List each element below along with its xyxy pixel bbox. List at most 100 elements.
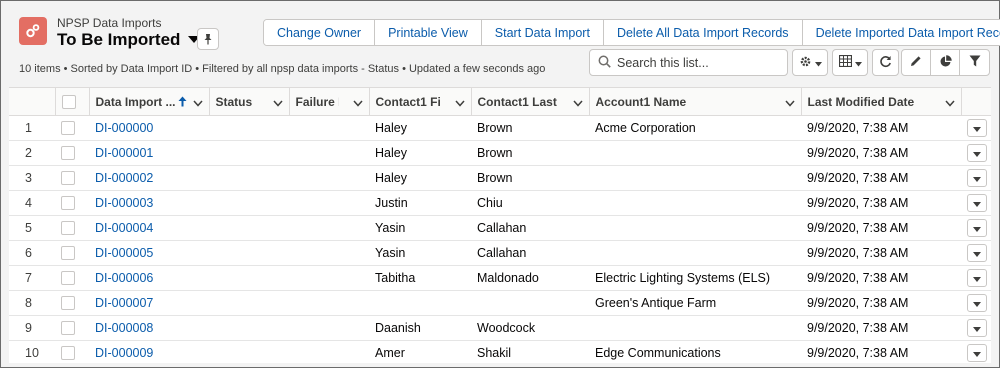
account1-name-cell bbox=[589, 165, 801, 191]
row-checkbox[interactable] bbox=[61, 245, 75, 260]
chevron-down-icon[interactable] bbox=[352, 96, 363, 110]
data-import-id-cell: DI-000006 bbox=[89, 265, 209, 291]
account1-name-cell bbox=[589, 215, 801, 241]
contact1-first-name: Justin bbox=[375, 195, 408, 210]
row-checkbox[interactable] bbox=[61, 195, 75, 210]
row-checkbox[interactable] bbox=[61, 170, 75, 185]
column-header-contact1-first[interactable]: Contact1 Fir... bbox=[369, 88, 472, 116]
change-owner-button[interactable]: Change Owner bbox=[264, 20, 376, 45]
record-link[interactable]: DI-000003 bbox=[95, 196, 153, 210]
column-label: Last Modified Date bbox=[807, 94, 915, 109]
row-actions-button[interactable] bbox=[967, 293, 987, 312]
row-number-cell: 3 bbox=[9, 165, 55, 191]
row-actions-button[interactable] bbox=[967, 268, 987, 287]
filter-icon bbox=[969, 55, 981, 70]
column-header-data-import-id[interactable]: Data Import ... bbox=[89, 88, 210, 116]
search-box bbox=[589, 49, 788, 76]
column-header-failure-info[interactable]: Failure I... bbox=[289, 88, 370, 116]
row-actions-button[interactable] bbox=[967, 143, 987, 162]
status-cell bbox=[209, 215, 289, 241]
refresh-button[interactable] bbox=[872, 49, 899, 76]
list-meta-info: 10 items • Sorted by Data Import ID • Fi… bbox=[19, 63, 546, 75]
column-header-status[interactable]: Status bbox=[209, 88, 290, 116]
row-number-cell: 6 bbox=[9, 240, 55, 266]
chevron-down-icon[interactable] bbox=[784, 96, 795, 110]
row-checkbox[interactable] bbox=[61, 320, 75, 335]
display-as-button[interactable] bbox=[832, 49, 868, 76]
row-actions-button[interactable] bbox=[967, 218, 987, 237]
chevron-down-icon[interactable] bbox=[454, 96, 465, 110]
table-row: 7 DI-000006 Tabitha Maldonado Electric Light… bbox=[9, 265, 991, 291]
row-number: 9 bbox=[25, 320, 32, 335]
row-actions-cell bbox=[961, 215, 991, 241]
record-link[interactable]: DI-000004 bbox=[95, 221, 153, 235]
record-link[interactable]: DI-000001 bbox=[95, 146, 153, 160]
table-row: 6 DI-000005 Yasin Callahan 9/9/2020, 7:38 AM bbox=[9, 240, 991, 266]
row-number: 5 bbox=[25, 220, 32, 235]
data-import-id-cell: DI-000009 bbox=[89, 340, 209, 363]
row-actions-button[interactable] bbox=[967, 168, 987, 187]
list-settings-button[interactable] bbox=[792, 49, 828, 76]
list-header: NPSP Data Imports To Be Imported Change … bbox=[1, 1, 1000, 87]
record-link[interactable]: DI-000009 bbox=[95, 346, 153, 360]
record-link[interactable]: DI-000007 bbox=[95, 296, 153, 310]
row-actions-cell bbox=[961, 240, 991, 266]
list-actions: Change Owner Printable View Start Data I… bbox=[263, 19, 1000, 46]
row-actions-button[interactable] bbox=[967, 193, 987, 212]
printable-view-button[interactable]: Printable View bbox=[375, 20, 482, 45]
contact1-last-name-cell: Chiu bbox=[471, 190, 589, 216]
table-row: 8 DI-000007 Green's Antique Farm 9/9/2020, … bbox=[9, 290, 991, 316]
row-checkbox[interactable] bbox=[61, 295, 75, 310]
row-number: 4 bbox=[25, 195, 32, 210]
refresh-icon bbox=[879, 55, 892, 71]
contact1-first-name: Yasin bbox=[375, 245, 406, 260]
row-checkbox[interactable] bbox=[61, 270, 75, 285]
row-actions-button[interactable] bbox=[967, 318, 987, 337]
last-modified-date-cell: 9/9/2020, 7:38 AM bbox=[801, 340, 961, 363]
delete-all-records-button[interactable]: Delete All Data Import Records bbox=[603, 20, 803, 45]
row-number: 10 bbox=[25, 345, 39, 360]
row-checkbox-cell-cell bbox=[55, 340, 89, 363]
last-modified-date: 9/9/2020, 7:38 AM bbox=[807, 145, 909, 160]
record-link[interactable]: DI-000008 bbox=[95, 321, 153, 335]
start-data-import-button[interactable]: Start Data Import bbox=[481, 20, 604, 45]
list-view-selector[interactable]: To Be Imported bbox=[57, 30, 201, 50]
chevron-down-icon[interactable] bbox=[572, 96, 583, 110]
pin-icon[interactable] bbox=[197, 28, 219, 50]
last-modified-date-cell: 9/9/2020, 7:38 AM bbox=[801, 240, 961, 266]
search-input[interactable] bbox=[617, 52, 777, 73]
last-modified-date: 9/9/2020, 7:38 AM bbox=[807, 170, 909, 185]
table-row: 5 DI-000004 Yasin Callahan 9/9/2020, 7:38 AM bbox=[9, 215, 991, 241]
filters-button[interactable] bbox=[960, 50, 989, 75]
contact1-last-name-cell: Callahan bbox=[471, 240, 589, 266]
row-actions-button[interactable] bbox=[967, 343, 987, 362]
row-checkbox[interactable] bbox=[61, 220, 75, 235]
row-actions-button[interactable] bbox=[967, 118, 987, 137]
chevron-down-icon[interactable] bbox=[272, 96, 283, 110]
record-link[interactable]: DI-000006 bbox=[95, 271, 153, 285]
row-checkbox[interactable] bbox=[61, 145, 75, 160]
chevron-down-icon[interactable] bbox=[944, 96, 955, 110]
select-all-checkbox[interactable] bbox=[61, 94, 76, 109]
row-checkbox[interactable] bbox=[61, 345, 75, 360]
record-link[interactable]: DI-000005 bbox=[95, 246, 153, 260]
record-link[interactable]: DI-000002 bbox=[95, 171, 153, 185]
failure-info-cell bbox=[289, 290, 369, 316]
record-link[interactable]: DI-000000 bbox=[95, 121, 153, 135]
contact1-last-name: Brown bbox=[477, 120, 513, 135]
chevron-down-icon[interactable] bbox=[192, 96, 203, 110]
caret-down-icon bbox=[973, 346, 981, 360]
list-title: To Be Imported bbox=[57, 30, 181, 49]
caret-down-icon bbox=[973, 271, 981, 285]
charts-button[interactable] bbox=[931, 50, 960, 75]
column-header-last-modified[interactable]: Last Modified Date bbox=[801, 88, 962, 116]
data-import-id-cell: DI-000000 bbox=[89, 115, 209, 141]
row-checkbox[interactable] bbox=[61, 120, 75, 135]
caret-down-icon bbox=[973, 321, 981, 335]
edit-button[interactable] bbox=[902, 50, 931, 75]
column-header-contact1-last[interactable]: Contact1 Last ... bbox=[471, 88, 590, 116]
data-import-id-cell: DI-000008 bbox=[89, 315, 209, 341]
delete-imported-records-button[interactable]: Delete Imported Data Import Records bbox=[802, 20, 1000, 45]
row-actions-button[interactable] bbox=[967, 243, 987, 262]
column-header-account1-name[interactable]: Account1 Name bbox=[589, 88, 802, 116]
